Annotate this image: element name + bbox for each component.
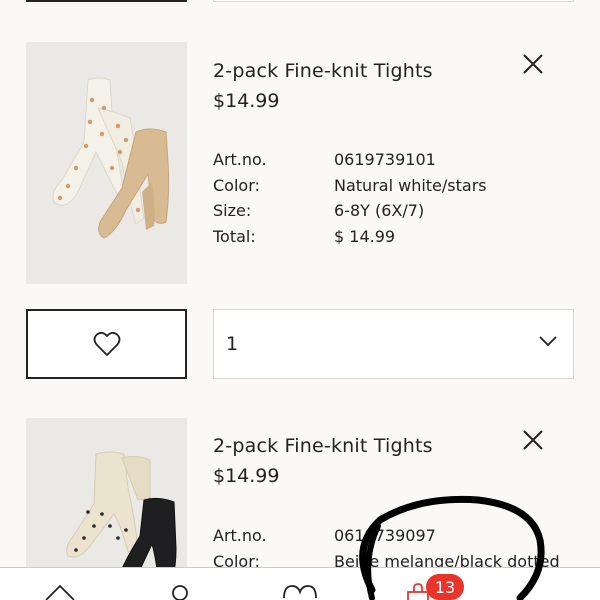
tights-natural-white-stars-image [26,42,187,284]
bag-count-badge: 13 [426,574,464,600]
quantity-select-previous[interactable] [213,0,574,2]
close-icon [523,54,543,74]
artno-value: 0619739097 [334,526,436,545]
total-value: $ 14.99 [334,227,396,246]
size-label: Size: [213,201,252,220]
bottom-navigation [0,567,600,600]
product-name[interactable]: 2-pack Fine-knit Tights [213,435,433,457]
favorite-button-previous[interactable] [26,0,187,2]
color-label: Color: [213,176,260,195]
tights-beige-black-dotted-image [26,418,187,578]
favorites-icon[interactable] [282,582,318,600]
chevron-down-icon [539,336,557,347]
product-price: $14.99 [213,90,280,112]
product-image[interactable] [26,42,187,284]
remove-item-button[interactable] [519,50,547,78]
artno-label: Art.no. [213,526,267,545]
add-to-favorites-button[interactable] [26,309,187,379]
quantity-select[interactable]: 1 [213,309,574,379]
artno-value: 0619739101 [334,150,436,169]
remove-item-button[interactable] [519,426,547,454]
quantity-value: 1 [226,333,239,355]
product-image[interactable] [26,418,187,578]
product-name[interactable]: 2-pack Fine-knit Tights [213,60,433,82]
heart-outline-icon [93,331,120,356]
total-label: Total: [213,227,256,246]
color-value: Natural white/stars [334,176,487,195]
product-price: $14.99 [213,465,280,487]
artno-label: Art.no. [213,150,267,169]
account-icon[interactable] [168,582,192,600]
home-icon[interactable] [44,582,76,600]
close-icon [523,430,543,450]
size-value: 6-8Y (6X/7) [334,201,425,220]
